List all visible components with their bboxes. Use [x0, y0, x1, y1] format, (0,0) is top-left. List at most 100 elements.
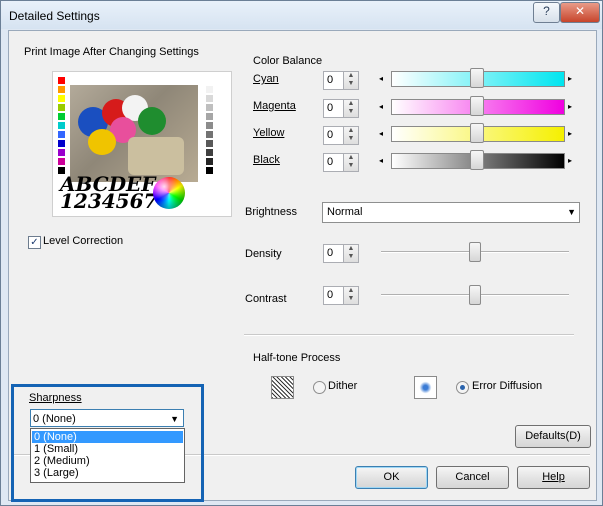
swatch-purple-icon	[58, 149, 65, 156]
swatch-gray5-icon	[206, 122, 213, 129]
spin-down-icon[interactable]: ▼	[344, 295, 358, 303]
brightness-selected-value: Normal	[327, 206, 363, 218]
density-slider-thumb[interactable]	[469, 242, 481, 262]
error-diffusion-pattern-icon	[414, 376, 437, 399]
brightness-label: Brightness	[245, 206, 297, 218]
magenta-spinner[interactable]: ▲ ▼	[343, 99, 359, 118]
sharpness-label: Sharpness	[29, 392, 82, 404]
cancel-button[interactable]: Cancel	[436, 466, 509, 489]
spin-up-icon[interactable]: ▲	[344, 100, 358, 108]
sharpness-select[interactable]: 0 (None) ▼	[30, 409, 184, 427]
level-correction-label: Level Correction	[43, 235, 124, 247]
color-ball-shading	[153, 177, 185, 209]
cyan-value-field[interactable]: 0	[323, 71, 344, 90]
spin-up-icon[interactable]: ▲	[344, 287, 358, 295]
sample-text: ABCDEF 1234567	[60, 174, 158, 213]
help-button[interactable]: Help	[517, 466, 590, 489]
chevron-down-icon[interactable]: ▼	[170, 410, 179, 428]
title-bar: Detailed Settings ? ✕	[1, 1, 602, 29]
swatch-navy-icon	[58, 140, 65, 147]
level-correction-checkbox[interactable]: ✓	[28, 236, 41, 249]
swatch-gray8-icon	[206, 149, 213, 156]
yellow-spinner[interactable]: ▲ ▼	[343, 126, 359, 145]
black-value-field[interactable]: 0	[323, 153, 344, 172]
yarn-green-icon	[138, 107, 166, 135]
black-spinner[interactable]: ▲ ▼	[343, 153, 359, 172]
sample-photo	[70, 85, 198, 182]
black-slider-thumb[interactable]	[470, 150, 484, 170]
preview-label: Print Image After Changing Settings	[24, 46, 199, 58]
spin-up-icon[interactable]: ▲	[344, 154, 358, 162]
dither-pattern-icon	[271, 376, 294, 399]
magenta-slider-thumb[interactable]	[470, 96, 484, 116]
yellow-label: Yellow	[253, 127, 285, 139]
spin-up-icon[interactable]: ▲	[344, 72, 358, 80]
spin-down-icon[interactable]: ▼	[344, 162, 358, 170]
swatch-gray7-icon	[206, 140, 213, 147]
swatch-gray9-icon	[206, 158, 213, 165]
swatch-gray10-icon	[206, 167, 213, 174]
error-diffusion-label: Error Diffusion	[472, 380, 543, 392]
spin-down-icon[interactable]: ▼	[344, 135, 358, 143]
spin-down-icon[interactable]: ▼	[344, 80, 358, 88]
swatch-red-icon	[58, 77, 65, 84]
cyan-slider-thumb[interactable]	[470, 68, 484, 88]
black-increase-icon[interactable]: ▸	[568, 156, 572, 165]
swatch-blue-icon	[58, 131, 65, 138]
magenta-increase-icon[interactable]: ▸	[568, 102, 572, 111]
swatch-gray3-icon	[206, 104, 213, 111]
help-icon[interactable]: ?	[533, 2, 560, 23]
cyan-increase-icon[interactable]: ▸	[568, 74, 572, 83]
density-value-field[interactable]: 0	[323, 244, 344, 263]
swatch-cyan-icon	[58, 122, 65, 129]
swatch-gray6-icon	[206, 131, 213, 138]
sharpness-option[interactable]: 1 (Small)	[32, 443, 183, 455]
sharpness-option[interactable]: 3 (Large)	[32, 467, 183, 479]
spin-up-icon[interactable]: ▲	[344, 127, 358, 135]
density-spinner[interactable]: ▲ ▼	[343, 244, 359, 263]
cyan-decrease-icon[interactable]: ◂	[379, 74, 383, 83]
contrast-label: Contrast	[245, 293, 287, 305]
cyan-label: Cyan	[253, 73, 279, 85]
spin-up-icon[interactable]: ▲	[344, 245, 358, 253]
swatch-magenta-icon	[58, 158, 65, 165]
spin-down-icon[interactable]: ▼	[344, 253, 358, 261]
contrast-spinner[interactable]: ▲ ▼	[343, 286, 359, 305]
yellow-slider-thumb[interactable]	[470, 123, 484, 143]
swatch-gray4-icon	[206, 113, 213, 120]
cyan-spinner[interactable]: ▲ ▼	[343, 71, 359, 90]
contrast-slider-thumb[interactable]	[469, 285, 481, 305]
sample-text-line2: 1234567	[60, 189, 158, 213]
swatch-gray1-icon	[206, 86, 213, 93]
spin-down-icon[interactable]: ▼	[344, 108, 358, 116]
sharpness-option[interactable]: 0 (None)	[32, 431, 183, 443]
density-label: Density	[245, 248, 282, 260]
swatch-green-icon	[58, 113, 65, 120]
swatch-gray2-icon	[206, 95, 213, 102]
window-title: Detailed Settings	[9, 9, 100, 23]
defaults-button[interactable]: Defaults(D)	[515, 425, 591, 448]
swatch-lime-icon	[58, 104, 65, 111]
close-icon[interactable]: ✕	[560, 2, 600, 23]
chevron-down-icon[interactable]: ▼	[567, 203, 576, 222]
error-diffusion-radio[interactable]	[456, 381, 469, 394]
cloth-bag-icon	[128, 137, 184, 175]
sharpness-dropdown-list: 0 (None) 1 (Small) 2 (Medium) 3 (Large)	[30, 428, 185, 483]
black-decrease-icon[interactable]: ◂	[379, 156, 383, 165]
swatch-orange-icon	[58, 86, 65, 93]
section-divider	[244, 334, 574, 336]
magenta-decrease-icon[interactable]: ◂	[379, 102, 383, 111]
ok-button[interactable]: OK	[355, 466, 428, 489]
swatch-yellow-icon	[58, 95, 65, 102]
sharpness-option[interactable]: 2 (Medium)	[32, 455, 183, 467]
sharpness-selected-value: 0 (None)	[33, 413, 76, 425]
yellow-value-field[interactable]: 0	[323, 126, 344, 145]
yellow-increase-icon[interactable]: ▸	[568, 129, 572, 138]
dither-label: Dither	[328, 380, 358, 392]
brightness-select[interactable]: Normal ▼	[322, 202, 580, 223]
magenta-value-field[interactable]: 0	[323, 99, 344, 118]
magenta-label: Magenta	[253, 100, 296, 112]
dither-radio[interactable]	[313, 381, 326, 394]
yellow-decrease-icon[interactable]: ◂	[379, 129, 383, 138]
contrast-value-field[interactable]: 0	[323, 286, 344, 305]
